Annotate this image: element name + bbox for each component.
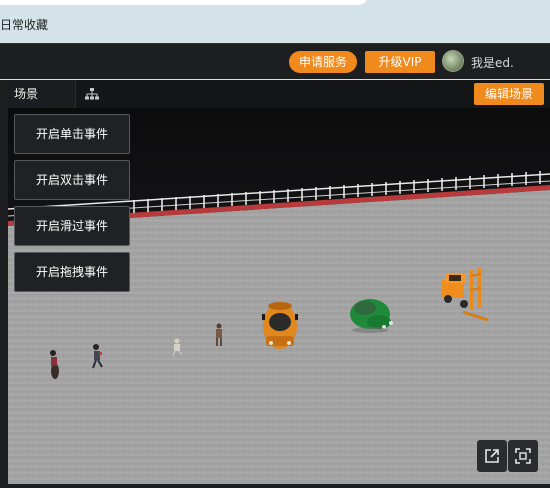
- fullscreen-button[interactable]: [508, 440, 538, 472]
- external-link-icon: [485, 449, 499, 463]
- bookmark-daily-favorites[interactable]: 日常收藏: [0, 16, 48, 33]
- fullscreen-icon: [515, 448, 531, 464]
- address-bar[interactable]: [0, 0, 368, 5]
- open-external-button[interactable]: [477, 440, 507, 472]
- upgrade-vip-button[interactable]: 升级VIP: [365, 51, 435, 73]
- hierarchy-icon[interactable]: [84, 86, 100, 102]
- tab-scene[interactable]: 场景: [8, 80, 76, 108]
- scene-toolbar: 场景 编辑场景: [0, 80, 550, 108]
- viewport-bottom-edge: [8, 484, 550, 488]
- scene-viewport[interactable]: 开启单击事件 开启双击事件 开启滑过事件 开启拖拽事件: [8, 108, 550, 484]
- username-label[interactable]: 我是ed.: [471, 54, 514, 71]
- enable-click-event-button[interactable]: 开启单击事件: [14, 114, 130, 154]
- avatar[interactable]: [442, 50, 464, 72]
- app-header: 申请服务 升级VIP 我是ed.: [0, 43, 550, 79]
- apply-service-button[interactable]: 申请服务: [289, 51, 357, 73]
- enable-drag-event-button[interactable]: 开启拖拽事件: [14, 252, 130, 292]
- left-panel-edge: [0, 80, 8, 488]
- edit-scene-button[interactable]: 编辑场景: [474, 83, 544, 105]
- enable-double-click-event-button[interactable]: 开启双击事件: [14, 160, 130, 200]
- browser-toolbar: 日常收藏: [0, 0, 550, 43]
- enable-hover-event-button[interactable]: 开启滑过事件: [14, 206, 130, 246]
